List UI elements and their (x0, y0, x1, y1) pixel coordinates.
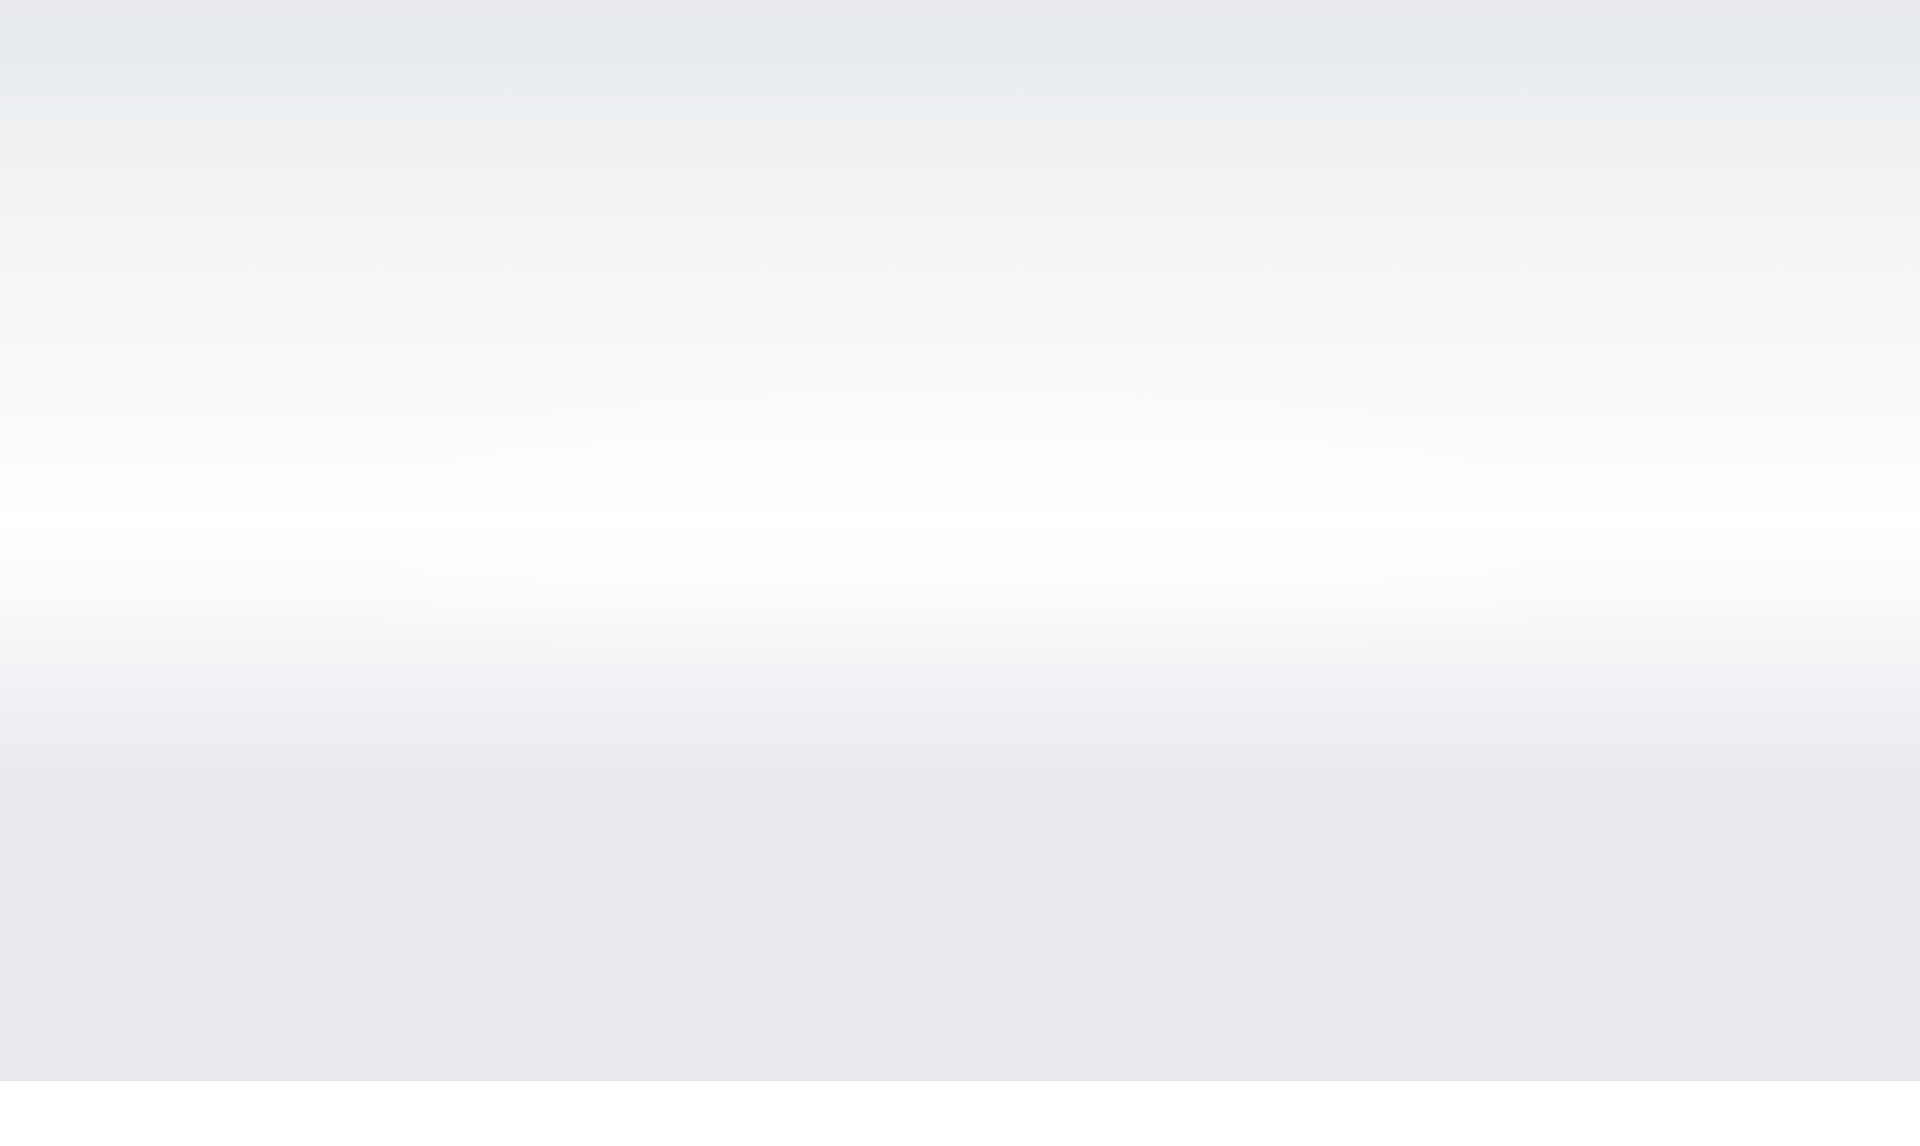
loading-backdrop (0, 0, 1920, 1080)
app-screen (0, 0, 1920, 1146)
bottom-bar (0, 1080, 1920, 1146)
backdrop-sheen (0, 360, 1920, 680)
